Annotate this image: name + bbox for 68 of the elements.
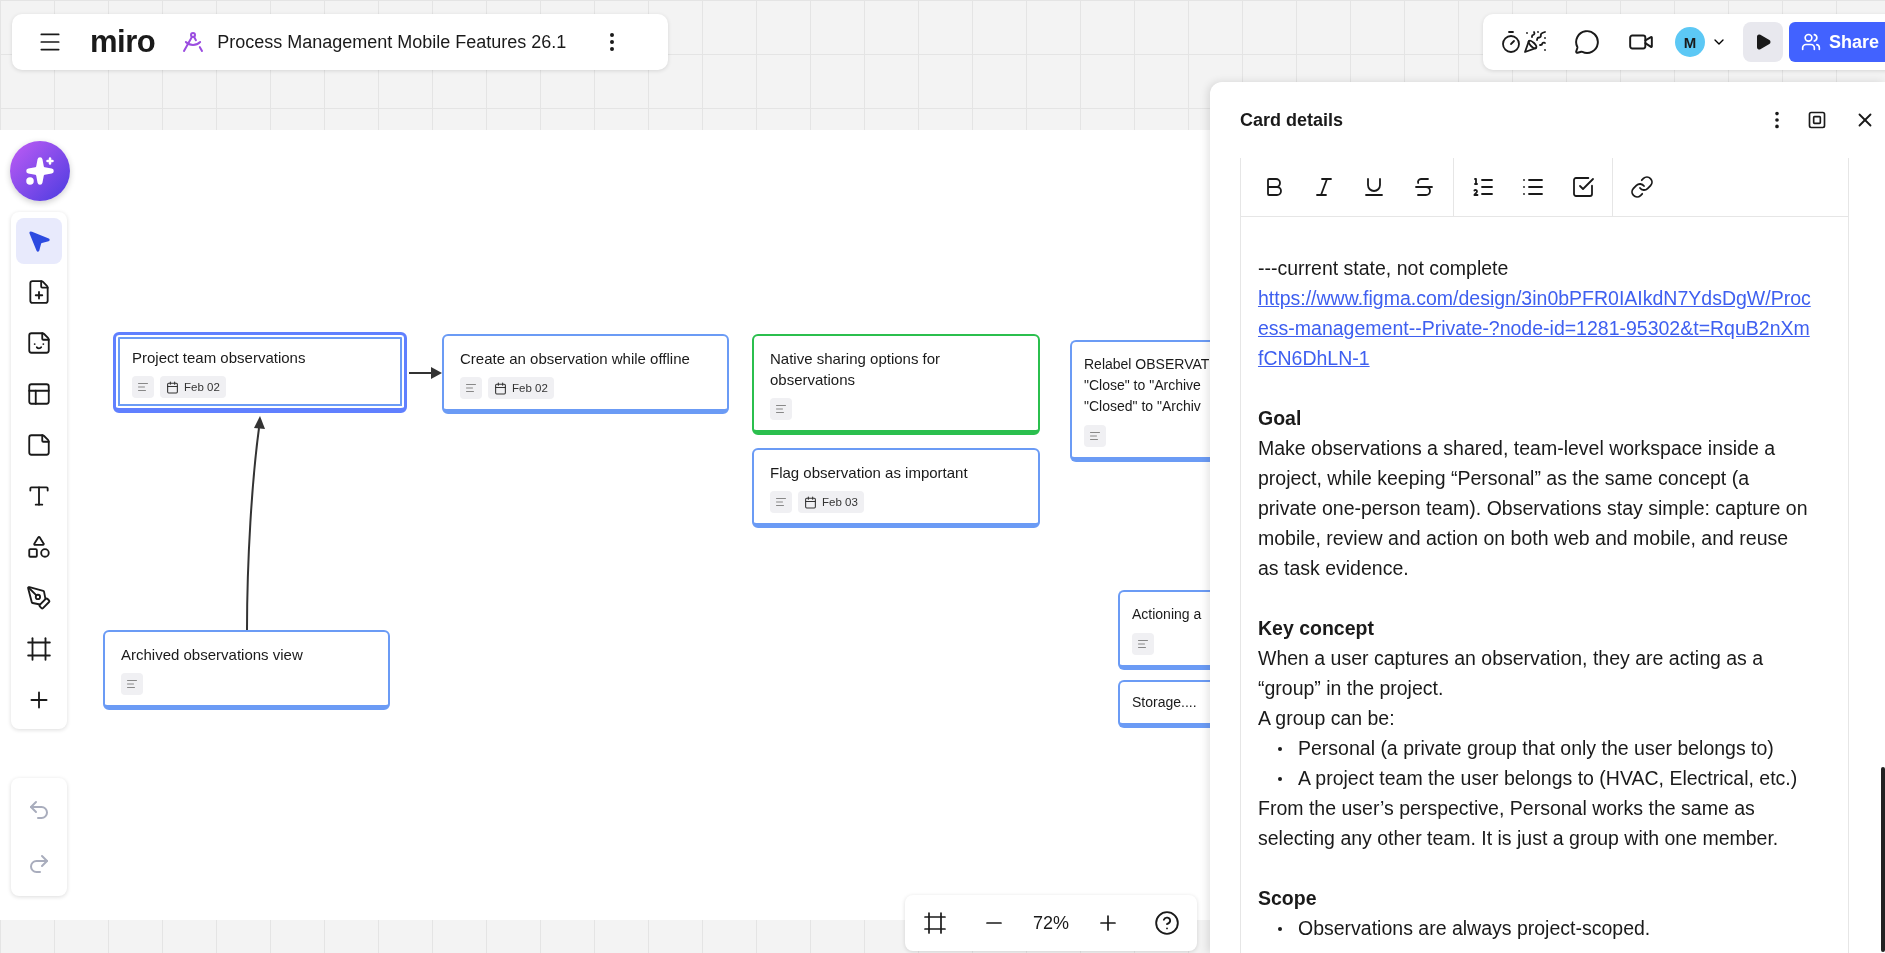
card-tool-icon xyxy=(26,279,52,305)
calendar-icon xyxy=(166,380,179,394)
zoom-level[interactable]: 72% xyxy=(1032,912,1069,934)
description-icon xyxy=(770,491,792,513)
card-title: Flag observation as important xyxy=(770,463,969,483)
user-menu[interactable]: M xyxy=(1675,27,1727,57)
task-card[interactable]: Project team observations Feb 02 xyxy=(113,332,407,413)
card-title: Create an observation while offline xyxy=(460,349,691,369)
card-title: Relabel OBSERVAT "Close" to "Archive "Closed" to "Archiv xyxy=(1084,355,1210,416)
bullet-text: Personal (a private group that only the user belongs to) xyxy=(1298,736,1774,761)
shapes-tool-icon xyxy=(26,534,52,560)
paragraph: A group can be: xyxy=(1258,706,1396,731)
card-title: Actioning a xyxy=(1132,605,1203,624)
date-text: Feb 02 xyxy=(184,381,220,393)
bullet-icon xyxy=(1278,777,1282,781)
connector-arrow xyxy=(408,367,442,379)
calendar-icon xyxy=(494,381,507,395)
task-card[interactable]: Create an observation while offline Feb 02 xyxy=(442,334,729,414)
select-tool-icon xyxy=(26,228,52,254)
play-icon xyxy=(1754,33,1772,51)
template-tool-icon xyxy=(26,381,52,407)
description-icon xyxy=(460,377,482,399)
paragraph: From the user’s perspective, Personal works the same as selecting any other team. It is just a group with one member. xyxy=(1258,796,1780,851)
card-title: Storage.... xyxy=(1132,693,1198,712)
present-button[interactable] xyxy=(1743,22,1783,62)
bullet-text: Observations are always project-scoped. xyxy=(1298,916,1651,941)
description-icon xyxy=(1132,633,1154,655)
task-card[interactable]: Archived observations view xyxy=(103,630,390,710)
card-title: Native sharing options for observations xyxy=(770,349,942,390)
share-button[interactable]: Share xyxy=(1789,22,1885,62)
paragraph: Make observations a shared, team-level workspace inside a project, while keeping “Personal” as the same concept (a private one-person team). Observations stay simple: capture on mobile, review and action on both web and mobile, and reuse as task evidence. xyxy=(1258,436,1809,581)
bullet-icon xyxy=(1278,927,1282,931)
card-title: Archived observations view xyxy=(121,645,304,665)
avatar: M xyxy=(1675,27,1705,57)
task-card[interactable]: Flag observation as important Feb 03 xyxy=(752,448,1040,528)
section-heading: Scope xyxy=(1258,886,1318,911)
date-text: Feb 02 xyxy=(512,382,548,394)
description-icon xyxy=(132,376,154,398)
task-card[interactable]: Actioning a xyxy=(1118,590,1210,670)
description-icon xyxy=(121,673,143,695)
sparkle-icon xyxy=(25,156,55,186)
paragraph: ---current state, not complete xyxy=(1258,256,1510,281)
section-heading: Key concept xyxy=(1258,616,1375,641)
paragraph: When a user captures an observation, they are acting as a “group” in the project. xyxy=(1258,646,1765,701)
task-card[interactable]: Native sharing options for observations xyxy=(752,334,1040,435)
text-tool-icon xyxy=(26,483,52,509)
task-card[interactable]: Relabel OBSERVAT "Close" to "Archive "Closed" to "Archiv xyxy=(1070,340,1210,462)
select-tool[interactable] xyxy=(16,218,62,264)
bullet-text: A project team the user belongs to (HVAC, Electrical, etc.) xyxy=(1298,766,1798,791)
sticky-note-tool-icon xyxy=(26,432,52,458)
figma-link[interactable]: https://www.figma.com/design/3in0bPFR0IAIkdN7YdsDgW/Process-management--Private-?node-id=1281-95302&t=RquB2nXmfCN6DhLN-1 xyxy=(1258,283,1812,373)
description-icon xyxy=(1084,425,1106,447)
pen-tool-icon xyxy=(26,585,52,611)
panel-title: Card details xyxy=(1240,109,1345,131)
card-title: Project team observations xyxy=(132,348,307,368)
date-text: Feb 03 xyxy=(822,496,858,508)
bullet-icon xyxy=(1278,747,1282,751)
miro-logo: miro xyxy=(90,24,156,60)
scrollbar[interactable] xyxy=(1881,767,1885,952)
sticker-tool-icon xyxy=(26,330,52,356)
frame-tool-icon xyxy=(26,636,52,662)
people-icon xyxy=(1801,32,1821,52)
task-card[interactable]: Storage.... xyxy=(1118,680,1210,728)
description-icon xyxy=(770,398,792,420)
compass-icon xyxy=(181,30,206,54)
section-heading: Goal xyxy=(1258,406,1303,431)
board-title[interactable]: Process Management Mobile Features 26.1 xyxy=(217,31,567,53)
calendar-icon xyxy=(804,495,817,509)
